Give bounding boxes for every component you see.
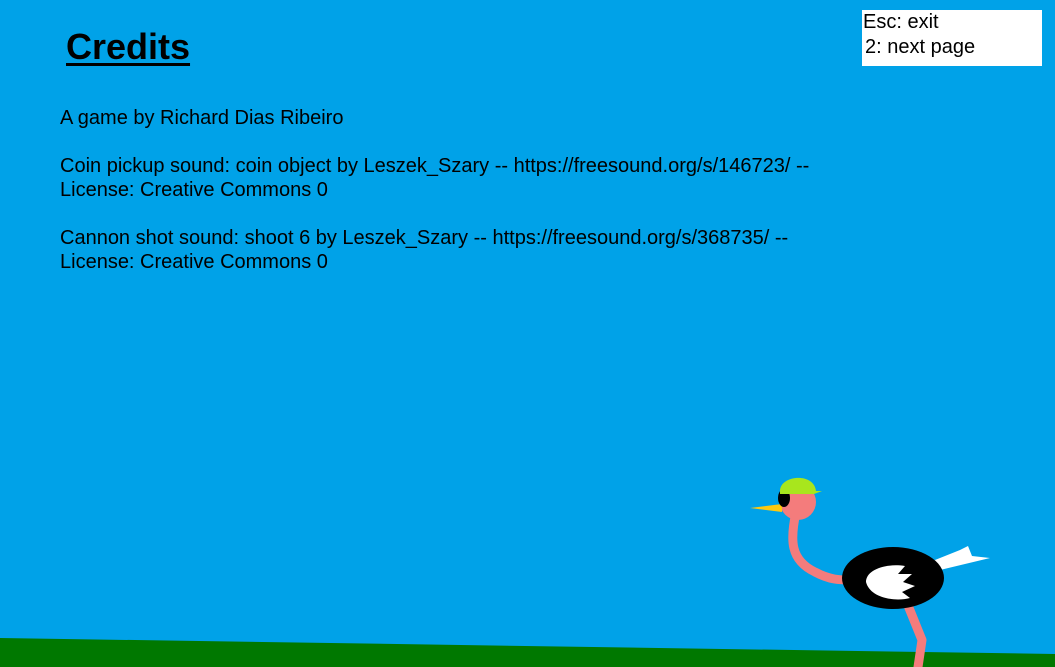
game-scene xyxy=(0,477,1055,667)
credits-text: A game by Richard Dias Ribeiro Coin pick… xyxy=(60,106,920,298)
ostrich-neck xyxy=(788,507,855,585)
ostrich-beak xyxy=(750,504,782,512)
cannon-sound-line2: License: Creative Commons 0 xyxy=(60,251,328,273)
credits-coin-sound: Coin pickup sound: coin object by Leszek… xyxy=(60,154,920,202)
cannon-sound-line1: Cannon shot sound: shoot 6 by Leszek_Sza… xyxy=(60,227,789,249)
page-title: Credits xyxy=(66,26,191,67)
coin-sound-line1: Coin pickup sound: coin object by Leszek… xyxy=(60,155,810,177)
credits-cannon-sound: Cannon shot sound: shoot 6 by Leszek_Sza… xyxy=(60,226,920,274)
next-page-hint: 2: next page xyxy=(865,36,976,58)
controls-hint-box: Esc: exit 2: next page xyxy=(862,10,1042,66)
credits-author-line: A game by Richard Dias Ribeiro xyxy=(60,107,344,129)
coin-sound-line2: License: Creative Commons 0 xyxy=(60,179,328,201)
exit-hint: Esc: exit xyxy=(863,11,939,33)
ostrich-icon xyxy=(750,477,990,667)
ground xyxy=(0,638,1055,667)
ostrich-cap xyxy=(780,477,822,494)
credits-author: A game by Richard Dias Ribeiro xyxy=(60,106,920,130)
